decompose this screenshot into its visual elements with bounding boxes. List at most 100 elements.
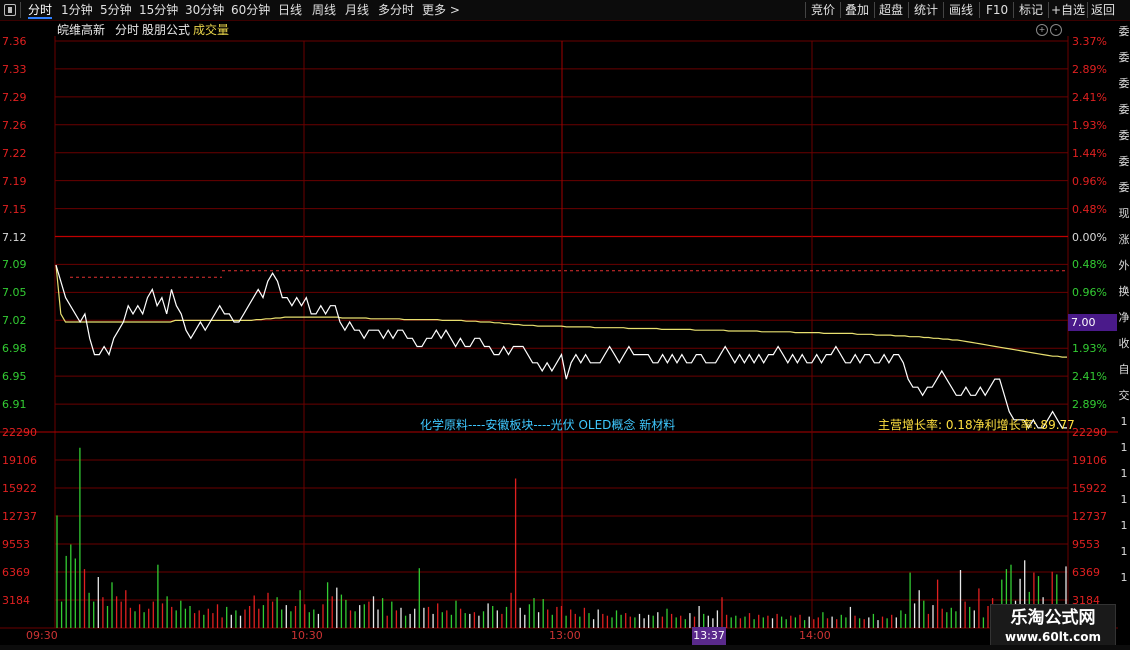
toolbar-divider xyxy=(1048,2,1049,18)
add-watchlist-button[interactable]: +自选 xyxy=(1051,0,1085,20)
side-panel-glyph: 委 xyxy=(1118,77,1130,90)
side-panel-glyph: 委 xyxy=(1118,181,1130,194)
toolbar-divider xyxy=(840,2,841,18)
percent-axis-label: 2.89% xyxy=(1072,62,1107,76)
side-panel-glyph: 委 xyxy=(1118,155,1130,168)
tab-more[interactable]: 更多 > xyxy=(422,0,460,20)
percent-axis-label: 2.41% xyxy=(1072,370,1107,384)
side-panel-glyph: 1 xyxy=(1120,467,1128,480)
toolbar-divider xyxy=(20,2,21,18)
price-axis-label: 7.02 xyxy=(2,314,27,328)
price-axis-label: 7.26 xyxy=(2,118,27,132)
toolbar-divider xyxy=(1087,2,1088,18)
percent-axis-label: 0.48% xyxy=(1072,258,1107,272)
side-panel-glyph: 1 xyxy=(1120,571,1128,584)
price-axis-label: 7.33 xyxy=(2,62,27,76)
mark-button[interactable]: 标记 xyxy=(1019,0,1043,20)
watermark: 乐淘公式网 www.60lt.com xyxy=(990,604,1116,648)
price-axis-label: 7.36 xyxy=(2,35,27,48)
tab-60min[interactable]: 60分钟 xyxy=(231,0,270,20)
percent-axis-label: 1.93% xyxy=(1072,342,1107,356)
collapse-icon[interactable]: - xyxy=(1050,24,1062,36)
period-toolbar: 分时 1分钟 5分钟 15分钟 30分钟 60分钟 日线 周线 月线 多分时 更… xyxy=(0,0,1130,21)
price-axis-label: 6.95 xyxy=(2,370,27,384)
crosshair-time: 13:37 xyxy=(692,627,726,645)
chart-mode-label: 分时 xyxy=(115,23,140,37)
volume-axis-label: 6369 xyxy=(2,566,30,579)
toolbar-divider xyxy=(979,2,980,18)
side-panel-glyph: 1 xyxy=(1120,441,1128,454)
formula-label[interactable]: 股朋公式 xyxy=(142,22,190,38)
side-panel-glyph: 交 xyxy=(1118,389,1130,402)
tab-monthly[interactable]: 月线 xyxy=(345,0,369,20)
stats-button[interactable]: 统计 xyxy=(914,0,938,20)
tab-15min[interactable]: 15分钟 xyxy=(139,0,178,20)
side-panel-glyph: 涨 xyxy=(1118,233,1130,246)
price-axis-label: 7.29 xyxy=(2,90,27,104)
intraday-chart[interactable] xyxy=(0,0,1130,650)
watermark-url: www.60lt.com xyxy=(1004,630,1102,644)
price-axis-label: 7.12 xyxy=(2,230,27,244)
volume-axis-label: 22290 xyxy=(2,426,37,439)
toolbar-divider xyxy=(908,2,909,18)
side-panel-glyph: 1 xyxy=(1120,493,1128,506)
price-axis-label: 7.09 xyxy=(2,258,27,272)
time-axis-label: 09:30 xyxy=(26,629,58,642)
volume-axis-label: 15922 xyxy=(1072,482,1107,495)
f10-button[interactable]: F10 xyxy=(986,0,1008,20)
zoom-in-icon[interactable]: + xyxy=(1036,24,1048,36)
tab-30min[interactable]: 30分钟 xyxy=(185,0,224,20)
concept-tags: 化学原料----安徽板块----光伏 OLED概念 新材料 xyxy=(420,418,676,432)
side-panel-glyph: 净 xyxy=(1118,311,1130,324)
status-bar xyxy=(0,645,1130,650)
price-axis-label: 7.19 xyxy=(2,174,27,188)
side-quote-panel: 委委委委委委委现涨外换净收自交1111111 xyxy=(1118,20,1130,610)
tab-intraday[interactable]: 分时 xyxy=(28,0,53,20)
volume-axis-label: 12737 xyxy=(2,510,37,523)
back-button[interactable]: 返回 xyxy=(1091,0,1115,20)
volume-axis-label: 19106 xyxy=(2,454,37,467)
tab-5min[interactable]: 5分钟 xyxy=(100,0,132,20)
percent-axis-label: 0.00% xyxy=(1072,230,1107,244)
time-axis-label: 13:00 xyxy=(549,629,581,642)
volume-axis-label: 15922 xyxy=(2,482,37,495)
price-axis-label: 7.22 xyxy=(2,146,27,160)
side-panel-glyph: 1 xyxy=(1120,545,1128,558)
draw-line-button[interactable]: 画线 xyxy=(949,0,973,20)
tab-weekly[interactable]: 周线 xyxy=(312,0,336,20)
side-panel-glyph: 外 xyxy=(1118,259,1130,272)
overlay-button[interactable]: 叠加 xyxy=(845,0,869,20)
percent-axis-label: 1.93% xyxy=(1072,118,1107,132)
percent-axis-label: 1.44% xyxy=(1072,146,1107,160)
percent-axis-label: 0.48% xyxy=(1072,202,1107,216)
tab-1min[interactable]: 1分钟 xyxy=(61,0,93,20)
percent-axis-label: 3.37% xyxy=(1072,35,1107,48)
watermark-title: 乐淘公式网 xyxy=(1010,608,1096,628)
toolbar-divider xyxy=(943,2,944,18)
window-menu-icon[interactable] xyxy=(4,4,16,16)
indicator-label[interactable]: 成交量 xyxy=(193,22,229,38)
price-axis-label: 7.05 xyxy=(2,286,27,300)
time-axis-label: 10:30 xyxy=(291,629,323,642)
price-axis-label: 6.91 xyxy=(2,398,27,412)
percent-axis-label: 0.96% xyxy=(1072,174,1107,188)
volume-axis-label: 19106 xyxy=(1072,454,1107,467)
side-panel-glyph: 委 xyxy=(1118,51,1130,64)
volume-axis-label: 22290 xyxy=(1072,426,1107,439)
tab-daily[interactable]: 日线 xyxy=(278,0,302,20)
side-panel-glyph: 现 xyxy=(1118,207,1130,220)
super-button[interactable]: 超盘 xyxy=(879,0,903,20)
time-axis-label: 14:00 xyxy=(799,629,831,642)
average-price-line xyxy=(55,264,1067,358)
side-panel-glyph: 换 xyxy=(1118,285,1130,298)
growth-rate: 主营增长率: 0.18净利增长率: 89.77 xyxy=(878,418,1075,432)
volume-axis-label: 12737 xyxy=(1072,510,1107,523)
tab-multi-intraday[interactable]: 多分时 xyxy=(378,0,414,20)
price-line xyxy=(55,264,1067,430)
auction-button[interactable]: 竞价 xyxy=(811,0,835,20)
side-panel-glyph: 自 xyxy=(1118,363,1130,376)
volume-axis-label: 3184 xyxy=(2,594,30,607)
side-panel-glyph: 委 xyxy=(1118,103,1130,116)
side-panel-glyph: 收 xyxy=(1118,337,1130,350)
volume-axis-label: 6369 xyxy=(1072,566,1100,579)
